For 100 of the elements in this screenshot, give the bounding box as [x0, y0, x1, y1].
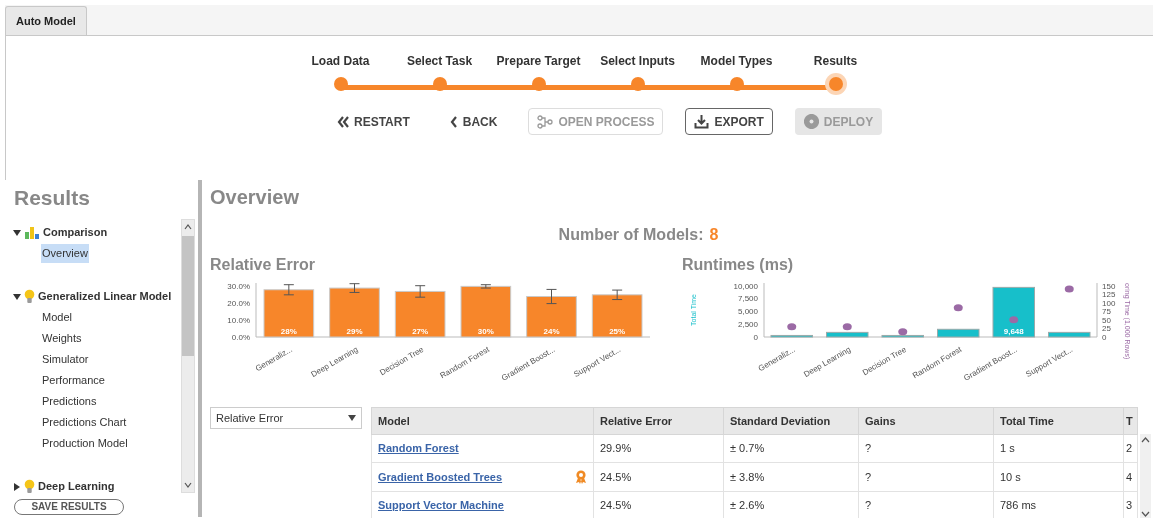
tick-label: 30.0% — [227, 282, 250, 292]
action-button[interactable]: BACK — [440, 108, 507, 135]
step-dot[interactable] — [432, 77, 447, 91]
tick-label: 10,000 — [733, 281, 758, 291]
bar — [263, 289, 315, 338]
model-count: 8 — [709, 226, 719, 243]
data-label: 25% — [609, 327, 626, 336]
column-header[interactable]: Model — [371, 407, 594, 435]
tree-item[interactable]: Production Model — [41, 434, 129, 453]
table-cell: 2 — [1123, 434, 1138, 463]
column-header[interactable]: Relative Error — [593, 407, 724, 435]
error-bar — [414, 285, 426, 298]
chart-title: Relative Error — [210, 255, 316, 275]
bar-chart-icon — [24, 226, 40, 239]
step-dot[interactable] — [729, 77, 744, 91]
tree-item[interactable]: Model — [41, 308, 73, 327]
error-bar — [546, 288, 557, 305]
tick-label: 0.0% — [231, 333, 250, 342]
lightbulb-icon — [24, 479, 35, 494]
scrollbar[interactable] — [1140, 434, 1151, 518]
error-bar — [283, 284, 295, 296]
bar — [329, 287, 380, 338]
tick-label: 10.0% — [227, 316, 250, 326]
step-dot[interactable] — [333, 77, 348, 91]
tick-label: 0 — [1102, 333, 1107, 342]
tab[interactable]: Auto Model — [5, 6, 87, 35]
step-label[interactable]: Select Task — [406, 52, 473, 70]
table-cell: ? — [858, 434, 994, 463]
step-label[interactable]: Prepare Target — [496, 52, 581, 70]
step-label[interactable]: Model Types — [700, 52, 773, 70]
tick-label: 50 — [1102, 315, 1111, 325]
tick-label: 125 — [1102, 290, 1116, 300]
caret-down-icon — [348, 415, 356, 421]
tick-label: 75 — [1102, 307, 1111, 317]
data-label: 9,648 — [1003, 327, 1024, 336]
chevron-left-icon — [449, 114, 458, 129]
save-results-button[interactable]: SAVE RESULTS — [14, 499, 124, 515]
tree-item[interactable]: Comparison — [43, 224, 108, 241]
tree-item[interactable]: Simulator — [41, 350, 90, 369]
table-cell: ? — [858, 462, 994, 492]
error-bar — [611, 289, 623, 301]
table-cell: 4 — [1123, 462, 1138, 492]
tree-item[interactable]: Performance — [41, 371, 106, 390]
step-dot[interactable] — [531, 77, 546, 91]
download-icon — [694, 114, 710, 129]
bar — [460, 285, 512, 338]
bar — [992, 286, 1035, 338]
bar — [770, 334, 813, 338]
tick-label: 2,500 — [737, 320, 758, 330]
tick-label: 100 — [1102, 298, 1116, 308]
step-dot[interactable] — [630, 77, 645, 91]
bar — [526, 296, 577, 338]
tree-item[interactable]: Predictions Chart — [41, 413, 128, 432]
table-cell: ± 3.8% — [723, 462, 859, 492]
tree-item[interactable]: Generalized Linear Model — [38, 288, 172, 305]
column-header[interactable]: Total Time — [993, 407, 1124, 435]
data-point — [842, 323, 852, 331]
column-header[interactable]: Standard Deviation — [723, 407, 859, 435]
bar — [826, 331, 869, 338]
error-bar — [480, 284, 492, 289]
data-point — [1009, 316, 1019, 324]
double-chevron-icon — [337, 114, 349, 129]
step-label[interactable]: Results — [813, 52, 858, 70]
tick-label: 20.0% — [227, 299, 250, 309]
page-title: Overview — [210, 185, 300, 209]
action-button[interactable]: RESTART — [328, 108, 419, 135]
step-label[interactable]: Load Data — [311, 52, 370, 70]
tree-item[interactable]: Weights — [41, 329, 83, 348]
metric-dropdown[interactable]: Relative Error — [210, 407, 362, 429]
data-point — [1064, 285, 1074, 293]
bar — [1048, 331, 1091, 338]
caret-down-icon[interactable] — [13, 292, 21, 301]
action-button[interactable]: EXPORT — [685, 108, 773, 135]
tick-label: 0 — [753, 333, 758, 342]
tree-item[interactable]: Predictions — [41, 392, 98, 411]
data-label: 24% — [543, 327, 560, 336]
table-cell: 24.5% — [593, 462, 724, 492]
table-cell: 1 s — [993, 434, 1124, 463]
caret-right-icon[interactable] — [13, 482, 21, 491]
error-bar — [349, 283, 360, 293]
table-cell: 3 — [1123, 491, 1138, 518]
process-icon — [537, 114, 554, 129]
data-label: 29% — [346, 327, 363, 336]
column-header[interactable]: Gains — [858, 407, 994, 435]
lightbulb-icon — [24, 289, 35, 304]
panel-title: Results — [14, 185, 91, 211]
bar — [591, 294, 643, 338]
data-label: 30% — [477, 327, 494, 336]
scrollbar[interactable] — [181, 219, 195, 493]
step-dot[interactable] — [828, 77, 843, 91]
caret-down-icon[interactable] — [13, 228, 21, 237]
table-cell: 29.9% — [593, 434, 724, 463]
table-cell: 10 s — [993, 462, 1124, 492]
tree-item[interactable]: Overview — [41, 244, 89, 263]
step-label[interactable]: Select Inputs — [600, 52, 675, 70]
chart-title: Runtimes (ms) — [682, 255, 795, 275]
tree-item[interactable]: Deep Learning — [38, 478, 115, 495]
bar — [881, 334, 924, 338]
tick-label: 150 — [1102, 281, 1116, 291]
bar — [937, 328, 980, 338]
